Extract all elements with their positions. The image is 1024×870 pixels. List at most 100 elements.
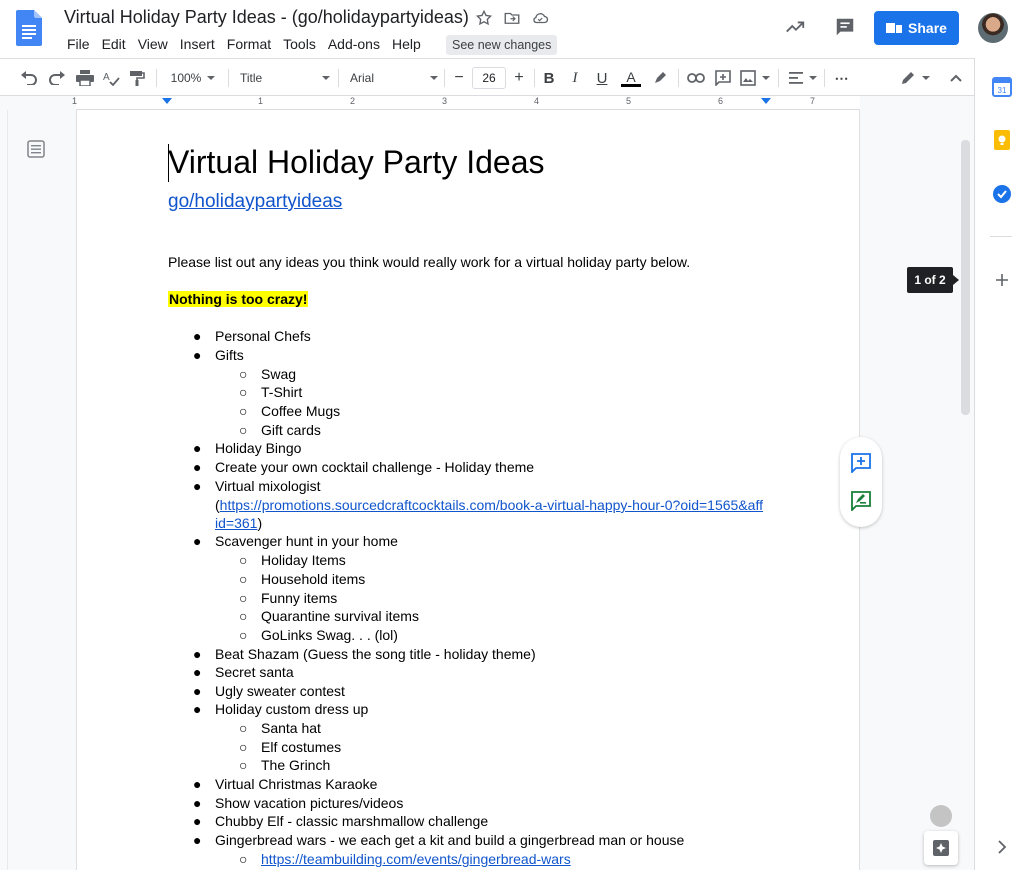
user-avatar[interactable] xyxy=(978,13,1008,43)
list-item: ● Holiday custom dress up xyxy=(193,701,369,717)
outline-icon[interactable] xyxy=(27,140,45,158)
document-title[interactable]: Virtual Holiday Party Ideas - (go/holida… xyxy=(64,7,469,28)
link-icon[interactable] xyxy=(685,68,707,88)
spellcheck-icon[interactable]: A xyxy=(100,68,122,88)
svg-text:A: A xyxy=(103,72,110,83)
chevron-down-icon xyxy=(922,76,930,80)
grammarly-icon[interactable] xyxy=(930,805,952,827)
text-cursor xyxy=(168,144,169,182)
title-bar: Virtual Holiday Party Ideas - (go/holida… xyxy=(0,0,1024,58)
keep-icon[interactable] xyxy=(992,130,1012,150)
highlight-color-icon[interactable] xyxy=(650,68,670,88)
sub-list-item: ○ The Grinch xyxy=(239,757,331,773)
list-item: ● Virtual mixologist xyxy=(193,478,321,494)
insert-image-icon[interactable] xyxy=(740,68,770,88)
sub-list-item: ○ Gift cards xyxy=(239,422,321,438)
list-item: ● Secret santa xyxy=(193,664,294,680)
menu-help[interactable]: Help xyxy=(388,35,425,53)
golink-subtitle[interactable]: go/holidaypartyideas xyxy=(168,191,342,213)
activity-trend-icon[interactable] xyxy=(784,16,806,38)
add-comment-icon[interactable] xyxy=(712,68,734,88)
sub-list-item: ○ Holiday Items xyxy=(239,552,346,568)
sub-list-item: ○ Coffee Mugs xyxy=(239,403,341,419)
editing-mode-icon[interactable] xyxy=(895,68,935,88)
add-comment-icon[interactable] xyxy=(851,453,871,473)
explore-button[interactable] xyxy=(924,831,958,865)
sub-list-item: ○ Elf costumes xyxy=(239,739,342,755)
cloud-saved-icon[interactable] xyxy=(531,9,549,27)
sub-list-item: ○ Household items xyxy=(239,571,366,587)
list-item: ● Show vacation pictures/videos xyxy=(193,795,404,811)
zoom-select[interactable]: 100% xyxy=(166,68,220,88)
mixologist-link[interactable]: https://promotions.sourcedcraftcocktails… xyxy=(220,497,763,513)
suggest-edits-icon[interactable] xyxy=(851,491,871,511)
share-button[interactable]: Share xyxy=(874,11,959,45)
redo-icon[interactable] xyxy=(46,68,68,88)
align-icon[interactable] xyxy=(788,68,818,88)
more-icon[interactable]: ⋯ xyxy=(832,68,852,88)
print-icon[interactable] xyxy=(74,68,96,88)
expand-panel-icon[interactable] xyxy=(992,837,1012,857)
docs-logo-icon[interactable] xyxy=(16,10,42,46)
italic-icon[interactable]: I xyxy=(566,68,584,88)
paint-format-icon[interactable] xyxy=(126,68,148,88)
document-page[interactable]: Virtual Holiday Party Ideas go/holidaypa… xyxy=(76,110,860,870)
collapse-icon[interactable] xyxy=(946,68,966,88)
calendar-icon[interactable]: 31 xyxy=(992,77,1012,97)
menu-view[interactable]: View xyxy=(134,35,172,53)
bold-icon[interactable]: B xyxy=(540,68,558,88)
menu-insert[interactable]: Insert xyxy=(176,35,219,53)
list-item: ● Gifts xyxy=(193,347,244,363)
text-color-icon[interactable]: A xyxy=(620,68,642,88)
vertical-ruler[interactable] xyxy=(0,110,8,870)
ruler-number: 2 xyxy=(350,96,356,106)
horizontal-ruler[interactable]: 1 1 2 3 4 5 6 7 xyxy=(0,96,974,110)
sub-list-item: ○ Swag xyxy=(239,366,297,382)
font-value: Arial xyxy=(350,71,375,85)
chevron-down-icon xyxy=(430,76,438,80)
add-addon-icon[interactable] xyxy=(992,270,1012,290)
vertical-scrollbar[interactable] xyxy=(961,140,970,415)
list-item: ● Create your own cocktail challenge - Ho… xyxy=(193,459,535,475)
font-select[interactable]: Arial xyxy=(350,68,438,88)
formatting-toolbar: A 100% Title Arial − 26 + B I U A ⋯ xyxy=(0,58,974,96)
sub-list-item: ○ GoLinks Swag. . . (lol) xyxy=(239,627,398,643)
style-value: Title xyxy=(240,71,263,85)
comments-icon[interactable] xyxy=(834,16,856,38)
chevron-down-icon xyxy=(762,76,770,80)
list-item: ● Gingerbread wars - we each get a kit an… xyxy=(193,832,685,848)
menu-format[interactable]: Format xyxy=(223,35,275,53)
chevron-down-icon xyxy=(809,76,817,80)
tasks-icon[interactable] xyxy=(992,184,1012,204)
side-panel: 31 xyxy=(974,58,1024,870)
list-item: ● Ugly sweater contest xyxy=(193,683,345,699)
list-item: ● Virtual Christmas Karaoke xyxy=(193,776,378,792)
sub-list-item: ○ Santa hat xyxy=(239,720,321,736)
ruler-number: 7 xyxy=(810,96,816,106)
list-item: ● Beat Shazam (Guess the song title - hol… xyxy=(193,646,536,662)
menu-edit[interactable]: Edit xyxy=(98,35,130,53)
right-indent-marker[interactable] xyxy=(761,98,771,104)
star-icon[interactable] xyxy=(475,9,493,27)
zoom-value: 100% xyxy=(170,71,202,85)
menu-tools[interactable]: Tools xyxy=(279,35,320,53)
see-new-changes-button[interactable]: See new changes xyxy=(446,35,558,55)
menu-bar: File Edit View Insert Format Tools Add-o… xyxy=(63,35,429,53)
mixologist-link-end[interactable]: id=361 xyxy=(215,515,257,531)
gingerbread-link[interactable]: https://teambuilding.com/events/gingerbr… xyxy=(261,851,571,867)
font-size-input[interactable]: 26 xyxy=(472,67,506,89)
move-to-folder-icon[interactable] xyxy=(503,9,521,27)
menu-file[interactable]: File xyxy=(63,35,94,53)
list-item-continuation: (https://promotions.sourcedcraftcocktail… xyxy=(215,497,763,513)
list-item-continuation: id=361) xyxy=(215,515,263,531)
chevron-down-icon xyxy=(207,76,216,80)
undo-icon[interactable] xyxy=(18,68,40,88)
style-select[interactable]: Title xyxy=(240,68,330,88)
increase-font-size-button[interactable]: + xyxy=(510,68,528,88)
ruler-number: 1 xyxy=(258,96,264,106)
decrease-font-size-button[interactable]: − xyxy=(450,68,468,88)
underline-icon[interactable]: U xyxy=(593,68,611,88)
left-indent-marker[interactable] xyxy=(162,98,172,104)
menu-add-ons[interactable]: Add-ons xyxy=(324,35,384,53)
sub-list-item: ○ https://teambuilding.com/events/gingerb… xyxy=(239,851,571,867)
